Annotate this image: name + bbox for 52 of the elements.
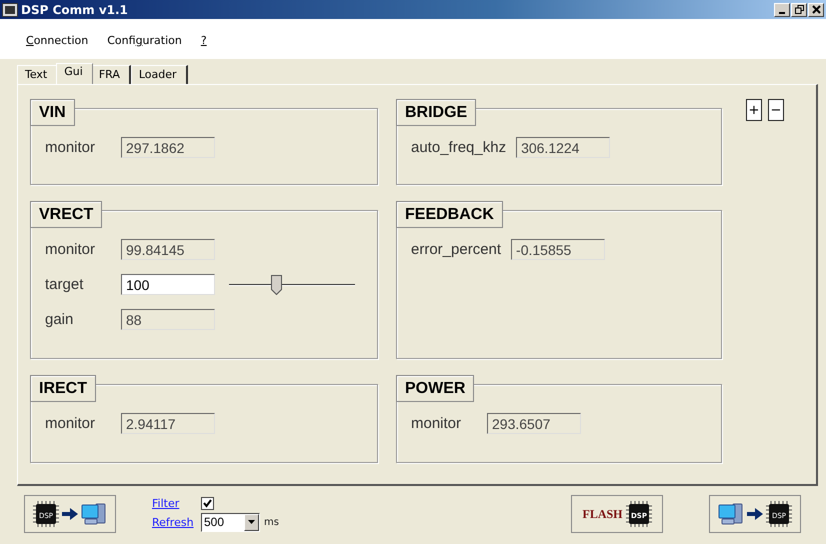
- readout-field[interactable]: 293.6507: [487, 413, 581, 434]
- field-label: monitor: [45, 241, 96, 258]
- dropdown-arrow-icon: [248, 520, 255, 524]
- group-title: VIN: [30, 99, 75, 126]
- field-label: target: [45, 276, 84, 293]
- group-title: BRIDGE: [396, 99, 476, 126]
- group-title: FEEDBACK: [396, 201, 503, 228]
- restore-icon: [794, 5, 804, 14]
- zoom-button[interactable]: −: [768, 99, 784, 121]
- tab[interactable]: Loader: [130, 65, 188, 84]
- readout-field[interactable]: 306.1224: [516, 137, 610, 158]
- input-field[interactable]: 100: [121, 274, 215, 295]
- group-title: VRECT: [30, 201, 102, 228]
- tab[interactable]: FRA: [90, 65, 131, 84]
- tab[interactable]: Gui: [56, 63, 93, 84]
- field-label: monitor: [411, 415, 462, 432]
- app-icon: [2, 2, 18, 16]
- close-icon: [812, 5, 820, 14]
- field-label: error_percent: [411, 241, 502, 258]
- minimize-icon: [779, 12, 785, 14]
- minimize-button[interactable]: [774, 2, 790, 16]
- computer-icon: [81, 502, 107, 526]
- checkbox[interactable]: [201, 496, 214, 510]
- menu-item[interactable]: Connection: [26, 34, 88, 47]
- field-label: monitor: [45, 415, 96, 432]
- menu-item[interactable]: ?: [200, 34, 207, 47]
- menu-item[interactable]: Configuration: [107, 34, 182, 47]
- arrow-icon: [62, 508, 78, 520]
- readout-field[interactable]: -0.15855: [511, 239, 606, 260]
- field-label: gain: [45, 311, 74, 328]
- window-title: DSP Comm v1.1: [21, 2, 129, 16]
- zoom-button[interactable]: +: [746, 99, 762, 121]
- restore-button[interactable]: [791, 2, 807, 16]
- slider[interactable]: [229, 274, 355, 294]
- readout-field[interactable]: 2.94117: [121, 413, 215, 434]
- computer-icon: [718, 502, 744, 526]
- field-label: monitor: [45, 139, 96, 156]
- arrow-icon: [747, 508, 763, 520]
- readout-field[interactable]: 297.1862: [121, 137, 215, 158]
- unit-label: ms: [264, 516, 279, 528]
- slider-thumb[interactable]: [270, 274, 282, 294]
- readout-field[interactable]: 88: [121, 309, 215, 330]
- flash-label: FLASH: [582, 506, 622, 522]
- refresh-link[interactable]: Refresh: [152, 516, 201, 528]
- refresh-dropdown[interactable]: 500: [201, 512, 260, 532]
- field-label: auto_freq_khz: [411, 139, 506, 156]
- close-button[interactable]: [808, 2, 824, 16]
- filter-link[interactable]: Filter: [152, 496, 201, 510]
- readout-field[interactable]: 99.84145: [121, 239, 215, 260]
- group-title: POWER: [396, 375, 474, 402]
- tab[interactable]: Text: [17, 65, 58, 84]
- group-title: IRECT: [30, 375, 96, 402]
